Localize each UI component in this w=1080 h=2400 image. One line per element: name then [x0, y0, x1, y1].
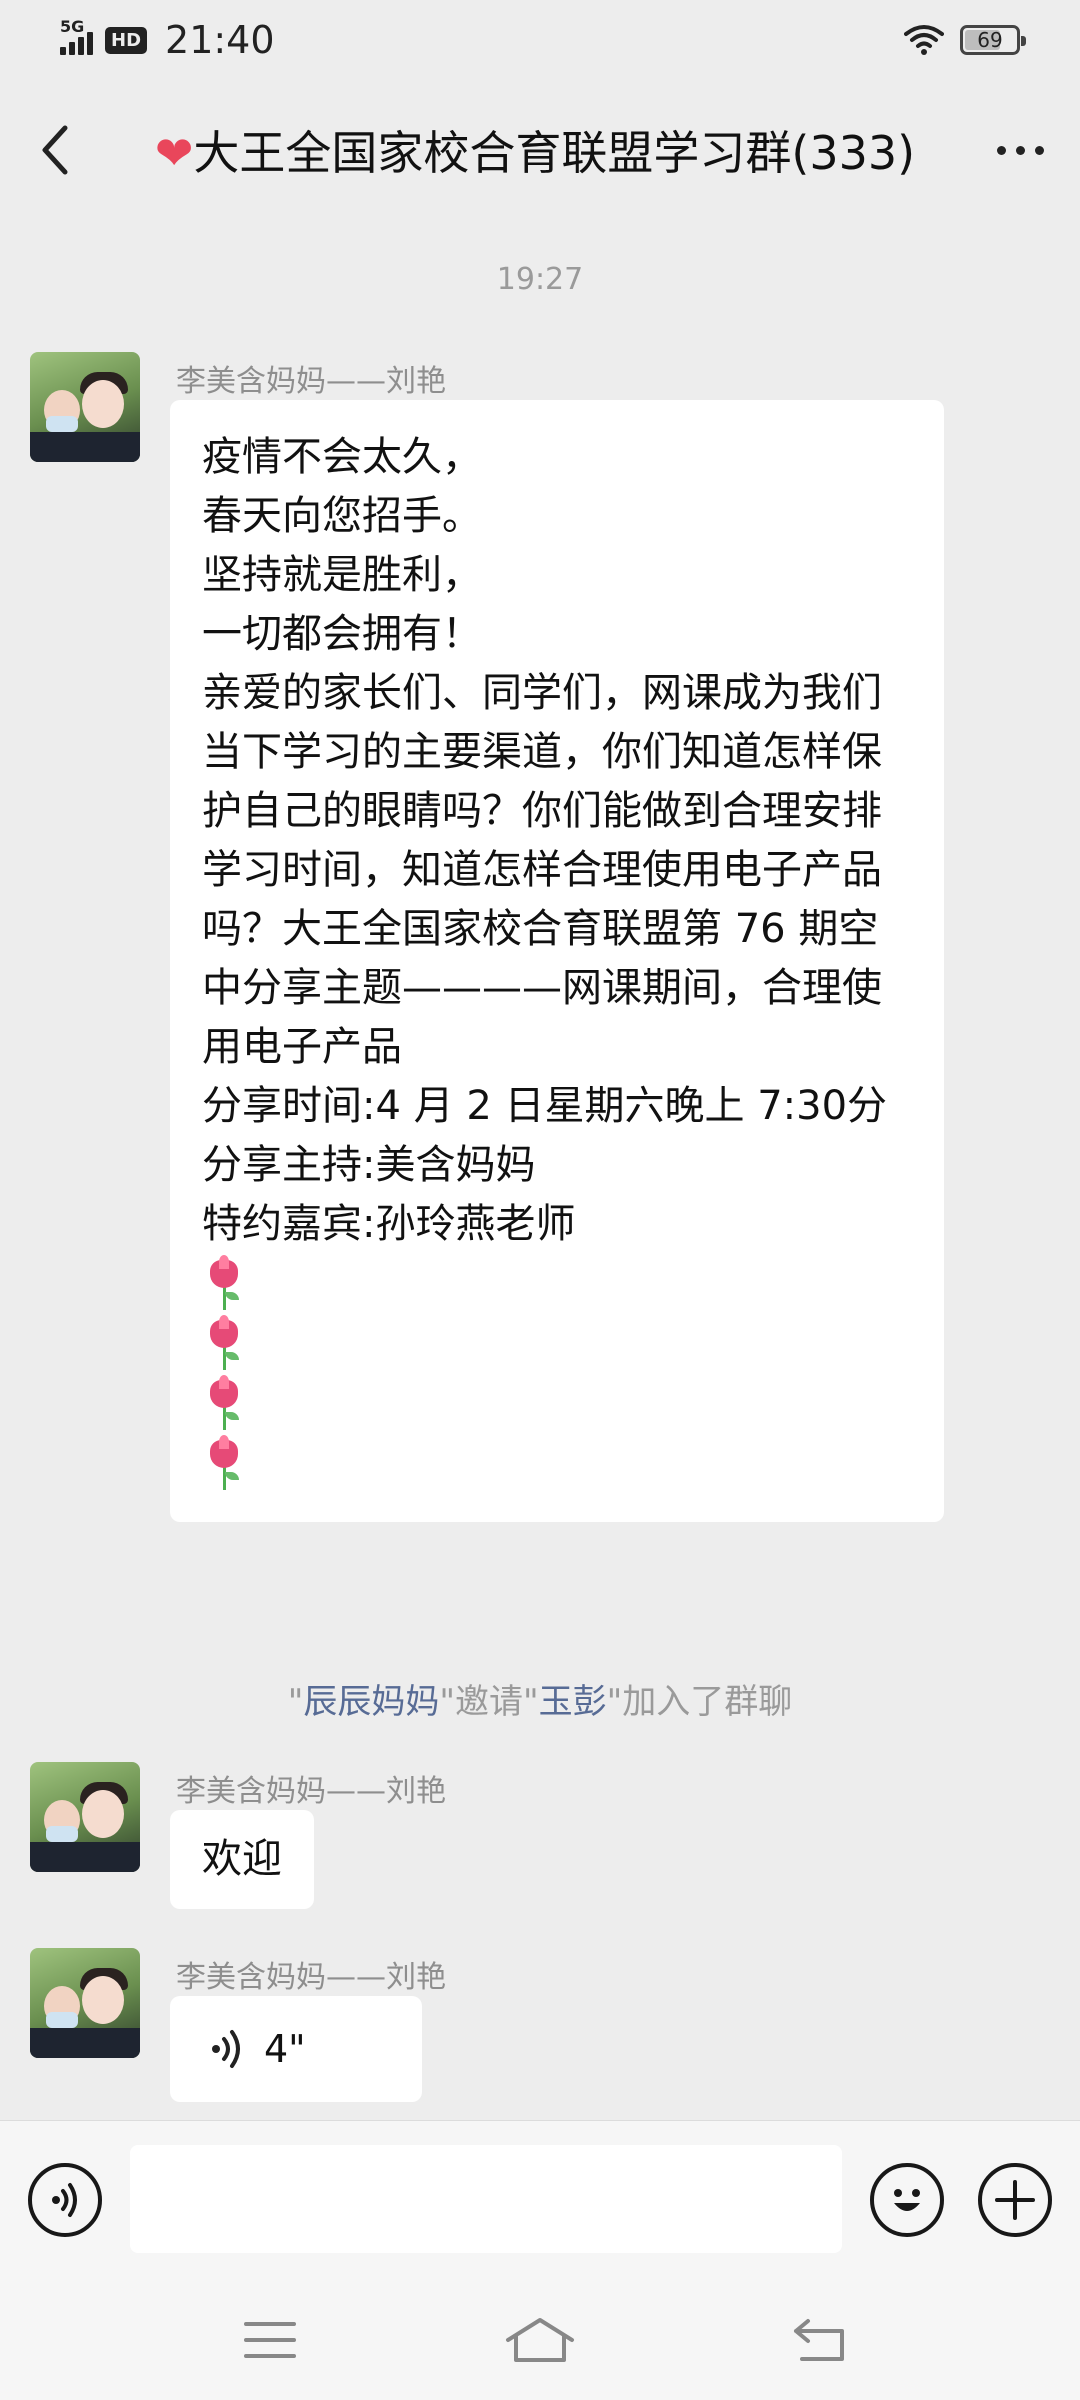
- group-name: 大王全国家校合育联盟学习群(333): [193, 126, 916, 180]
- battery-icon: 69: [960, 25, 1026, 55]
- voice-input-button[interactable]: [28, 2163, 102, 2237]
- sender-name: 李美含妈妈——刘艳: [176, 1960, 446, 1995]
- more-actions-button[interactable]: [978, 2163, 1052, 2237]
- emoji-button[interactable]: [870, 2163, 944, 2237]
- avatar[interactable]: [30, 1762, 140, 1872]
- tulip-icon: [202, 1374, 246, 1434]
- tulip-icon: [202, 1254, 246, 1314]
- sender-name: 李美含妈妈——刘艳: [176, 1774, 446, 1809]
- chat-title: ❤大王全国家校合育联盟学习群(333): [110, 117, 960, 183]
- message-input[interactable]: [130, 2145, 842, 2253]
- back-button[interactable]: [0, 80, 110, 220]
- message-item: 李美含妈妈——刘艳 4": [30, 1948, 1030, 2108]
- status-left: 5G HD 21:40: [60, 17, 275, 62]
- avatar[interactable]: [30, 1948, 140, 2058]
- battery-level: 69: [977, 28, 1003, 52]
- message-bubble[interactable]: 欢迎: [170, 1810, 314, 1909]
- clock: 21:40: [165, 18, 275, 62]
- return-icon: [794, 2319, 844, 2361]
- system-notice: "辰辰妈妈"邀请"玉彭"加入了群聊: [0, 1674, 1080, 1723]
- chevron-left-icon: [42, 125, 68, 175]
- voice-duration: 4": [264, 2026, 306, 2071]
- status-right: 69: [904, 24, 1026, 56]
- message-bubble[interactable]: 疫情不会太久， 春天向您招手。 坚持就是胜利， 一切都会拥有！ 亲爱的家长们、同…: [170, 400, 944, 1522]
- tulip-icon: [202, 1434, 246, 1494]
- message-text: 疫情不会太久， 春天向您招手。 坚持就是胜利， 一切都会拥有！ 亲爱的家长们、同…: [202, 434, 888, 1247]
- hd-badge: HD: [105, 26, 148, 54]
- menu-icon: [244, 2322, 296, 2358]
- voice-icon: [52, 2183, 77, 2217]
- message-text: 欢迎: [202, 1836, 282, 1882]
- voice-wave-icon: [212, 2030, 240, 2068]
- voice-message-bubble[interactable]: 4": [170, 1996, 422, 2102]
- chat-area[interactable]: 19:27 李美含妈妈——刘艳 疫情不会太久， 春天向您招手。 坚持就是胜利， …: [0, 220, 1080, 2120]
- input-bar: [0, 2120, 1080, 2280]
- chat-timestamp: 19:27: [496, 262, 584, 297]
- chat-header: ❤大王全国家校合育联盟学习群(333): [0, 80, 1080, 220]
- inviter-name[interactable]: 辰辰妈妈: [303, 1682, 439, 1722]
- more-button[interactable]: [960, 80, 1080, 220]
- tulip-icon: [202, 1314, 246, 1374]
- message-item: 李美含妈妈——刘艳 疫情不会太久， 春天向您招手。 坚持就是胜利， 一切都会拥有…: [30, 352, 1030, 1522]
- notice-quote: ": [287, 1682, 304, 1722]
- message-item: 李美含妈妈——刘艳 欢迎: [30, 1762, 1030, 1922]
- network-type: 5G: [60, 17, 85, 36]
- notice-tail: "加入了群聊: [606, 1682, 793, 1722]
- avatar[interactable]: [30, 352, 140, 462]
- invitee-name[interactable]: 玉彭: [539, 1682, 607, 1722]
- home-icon: [506, 2318, 574, 2362]
- wifi-icon: [904, 25, 944, 55]
- more-dots-icon: [996, 145, 1006, 155]
- plus-icon: [995, 2180, 1035, 2220]
- smiley-icon: [894, 2189, 920, 2211]
- notice-mid: "邀请": [439, 1682, 539, 1722]
- home-button[interactable]: [490, 2300, 590, 2380]
- back-nav-button[interactable]: [770, 2300, 870, 2380]
- system-nav-bar: [0, 2280, 1080, 2400]
- sender-name: 李美含妈妈——刘艳: [176, 364, 446, 399]
- emoji-list: [202, 1254, 912, 1494]
- status-bar: 5G HD 21:40 69: [0, 0, 1080, 80]
- heart-icon: ❤: [154, 126, 194, 180]
- signal-icon: 5G: [60, 17, 93, 55]
- menu-button[interactable]: [220, 2300, 320, 2380]
